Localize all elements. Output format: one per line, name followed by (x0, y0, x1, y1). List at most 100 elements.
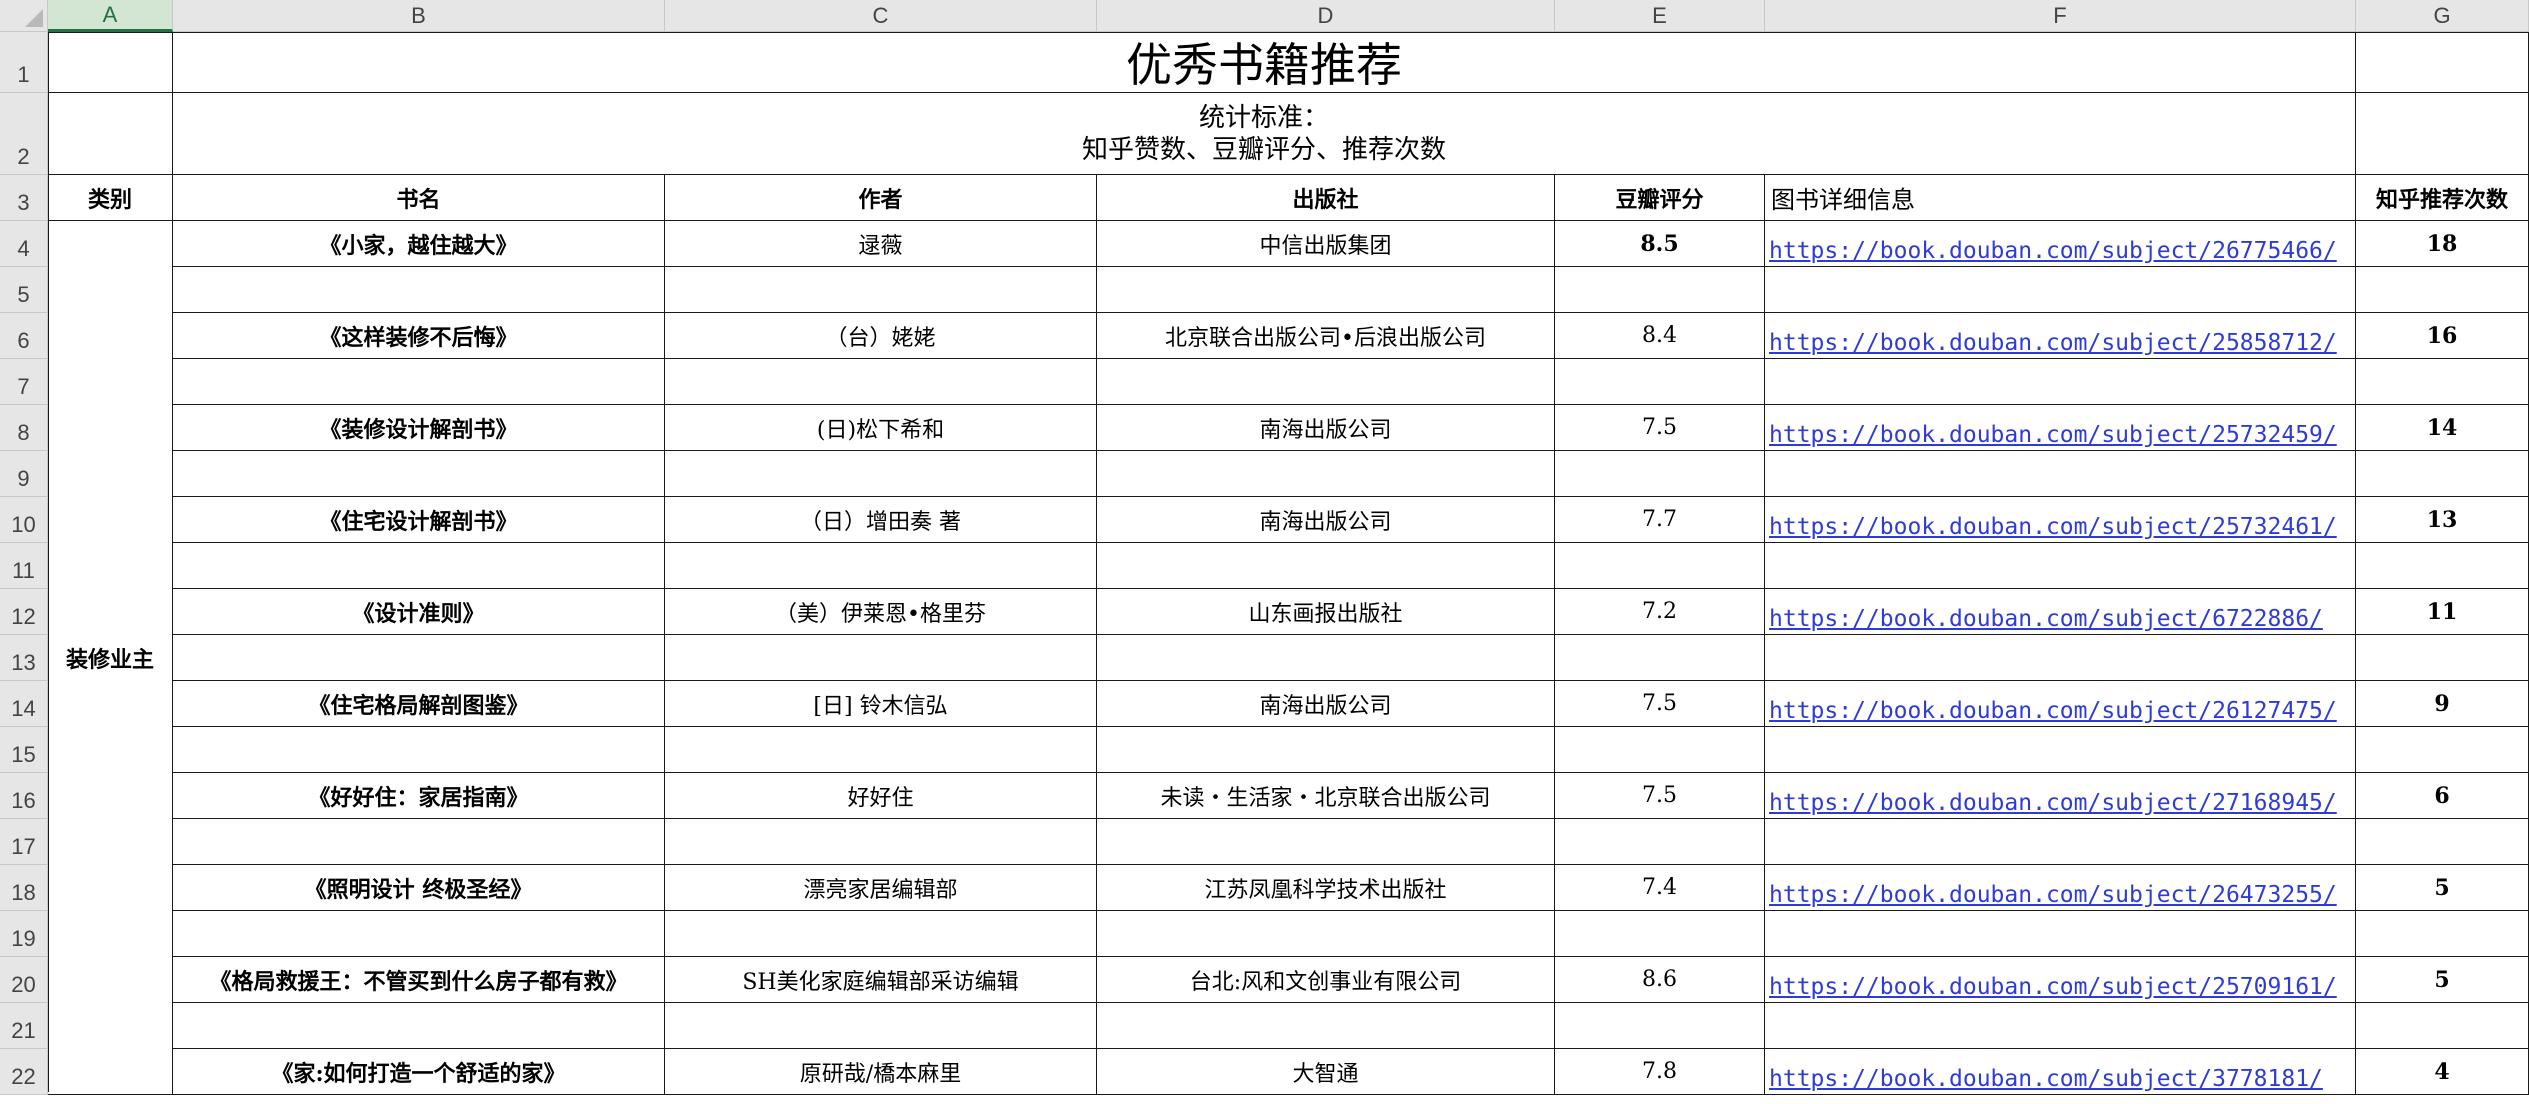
blank-cell-g5[interactable] (2356, 267, 2529, 313)
blank-cell-b21[interactable] (173, 1003, 665, 1049)
cell-G1[interactable] (2356, 32, 2529, 93)
blank-cell-f9[interactable] (1765, 451, 2356, 497)
book-10-author[interactable]: 原研哉/橋本麻里 (665, 1049, 1097, 1095)
book-2-link[interactable]: https://book.douban.com/subject/25858712… (1765, 313, 2356, 359)
row-header-12[interactable]: 12 (0, 589, 48, 635)
blank-cell-e11[interactable] (1555, 543, 1765, 589)
blank-cell-c5[interactable] (665, 267, 1097, 313)
book-4-author[interactable]: （日）增田奏 著 (665, 497, 1097, 543)
blank-cell-g17[interactable] (2356, 819, 2529, 865)
column-header-c[interactable]: C (665, 0, 1097, 32)
blank-cell-e9[interactable] (1555, 451, 1765, 497)
blank-cell-g19[interactable] (2356, 911, 2529, 957)
row-header-15[interactable]: 15 (0, 727, 48, 773)
book-6-author[interactable]: [日] 铃木信弘 (665, 681, 1097, 727)
blank-cell-b15[interactable] (173, 727, 665, 773)
book-2-count[interactable]: 16 (2356, 313, 2529, 359)
book-7-rating[interactable]: 7.5 (1555, 773, 1765, 819)
book-4-link[interactable]: https://book.douban.com/subject/25732461… (1765, 497, 2356, 543)
blank-cell-c13[interactable] (665, 635, 1097, 681)
blank-cell-f19[interactable] (1765, 911, 2356, 957)
book-9-rating[interactable]: 8.6 (1555, 957, 1765, 1003)
blank-cell-f7[interactable] (1765, 359, 2356, 405)
blank-cell-e7[interactable] (1555, 359, 1765, 405)
blank-cell-c17[interactable] (665, 819, 1097, 865)
header-category[interactable]: 类别 (48, 175, 173, 221)
book-2-rating[interactable]: 8.4 (1555, 313, 1765, 359)
book-1-rating[interactable]: 8.5 (1555, 221, 1765, 267)
book-9-author[interactable]: SH美化家庭编辑部采访编辑 (665, 957, 1097, 1003)
row-header-2[interactable]: 2 (0, 93, 48, 175)
blank-cell-c15[interactable] (665, 727, 1097, 773)
blank-cell-c7[interactable] (665, 359, 1097, 405)
blank-cell-d11[interactable] (1097, 543, 1555, 589)
blank-cell-g13[interactable] (2356, 635, 2529, 681)
category-cell[interactable]: 装修业主 (48, 221, 173, 1095)
book-3-author[interactable]: (日)松下希和 (665, 405, 1097, 451)
blank-cell-e15[interactable] (1555, 727, 1765, 773)
column-header-a[interactable]: A (48, 0, 173, 32)
blank-cell-g21[interactable] (2356, 1003, 2529, 1049)
blank-cell-b17[interactable] (173, 819, 665, 865)
row-header-7[interactable]: 7 (0, 359, 48, 405)
row-header-19[interactable]: 19 (0, 911, 48, 957)
row-header-20[interactable]: 20 (0, 957, 48, 1003)
blank-cell-d19[interactable] (1097, 911, 1555, 957)
book-10-count[interactable]: 4 (2356, 1049, 2529, 1095)
book-7-link[interactable]: https://book.douban.com/subject/27168945… (1765, 773, 2356, 819)
row-header-8[interactable]: 8 (0, 405, 48, 451)
column-header-b[interactable]: B (173, 0, 665, 32)
row-header-6[interactable]: 6 (0, 313, 48, 359)
book-6-rating[interactable]: 7.5 (1555, 681, 1765, 727)
cell-A1[interactable] (48, 32, 173, 93)
book-5-link[interactable]: https://book.douban.com/subject/6722886/ (1765, 589, 2356, 635)
header-publisher[interactable]: 出版社 (1097, 175, 1555, 221)
blank-cell-e19[interactable] (1555, 911, 1765, 957)
blank-cell-e17[interactable] (1555, 819, 1765, 865)
book-1-link[interactable]: https://book.douban.com/subject/26775466… (1765, 221, 2356, 267)
blank-cell-d21[interactable] (1097, 1003, 1555, 1049)
row-header-4[interactable]: 4 (0, 221, 48, 267)
header-link[interactable]: 图书详细信息 (1765, 175, 2356, 221)
book-10-name[interactable]: 《家:如何打造一个舒适的家》 (173, 1049, 665, 1095)
blank-cell-d15[interactable] (1097, 727, 1555, 773)
header-author[interactable]: 作者 (665, 175, 1097, 221)
blank-cell-d5[interactable] (1097, 267, 1555, 313)
book-7-author[interactable]: 好好住 (665, 773, 1097, 819)
blank-cell-f11[interactable] (1765, 543, 2356, 589)
book-1-count[interactable]: 18 (2356, 221, 2529, 267)
book-1-author[interactable]: 逯薇 (665, 221, 1097, 267)
blank-cell-c21[interactable] (665, 1003, 1097, 1049)
row-header-3[interactable]: 3 (0, 175, 48, 221)
blank-cell-d7[interactable] (1097, 359, 1555, 405)
blank-cell-g11[interactable] (2356, 543, 2529, 589)
book-7-name[interactable]: 《好好住：家居指南》 (173, 773, 665, 819)
book-1-name[interactable]: 《小家，越住越大》 (173, 221, 665, 267)
blank-cell-f15[interactable] (1765, 727, 2356, 773)
book-3-count[interactable]: 14 (2356, 405, 2529, 451)
blank-cell-c19[interactable] (665, 911, 1097, 957)
header-name[interactable]: 书名 (173, 175, 665, 221)
blank-cell-b13[interactable] (173, 635, 665, 681)
book-5-publisher[interactable]: 山东画报出版社 (1097, 589, 1555, 635)
column-header-g[interactable]: G (2356, 0, 2529, 32)
blank-cell-e13[interactable] (1555, 635, 1765, 681)
header-count[interactable]: 知乎推荐次数 (2356, 175, 2529, 221)
row-header-11[interactable]: 11 (0, 543, 48, 589)
row-header-16[interactable]: 16 (0, 773, 48, 819)
book-8-publisher[interactable]: 江苏凤凰科学技术出版社 (1097, 865, 1555, 911)
book-6-count[interactable]: 9 (2356, 681, 2529, 727)
book-6-name[interactable]: 《住宅格局解剖图鉴》 (173, 681, 665, 727)
book-5-rating[interactable]: 7.2 (1555, 589, 1765, 635)
blank-cell-c11[interactable] (665, 543, 1097, 589)
blank-cell-f17[interactable] (1765, 819, 2356, 865)
book-2-publisher[interactable]: 北京联合出版公司•后浪出版公司 (1097, 313, 1555, 359)
book-9-count[interactable]: 5 (2356, 957, 2529, 1003)
row-header-1[interactable]: 1 (0, 32, 48, 93)
book-9-publisher[interactable]: 台北:风和文创事业有限公司 (1097, 957, 1555, 1003)
book-6-link[interactable]: https://book.douban.com/subject/26127475… (1765, 681, 2356, 727)
row-header-10[interactable]: 10 (0, 497, 48, 543)
book-5-name[interactable]: 《设计准则》 (173, 589, 665, 635)
book-4-name[interactable]: 《住宅设计解剖书》 (173, 497, 665, 543)
book-5-count[interactable]: 11 (2356, 589, 2529, 635)
